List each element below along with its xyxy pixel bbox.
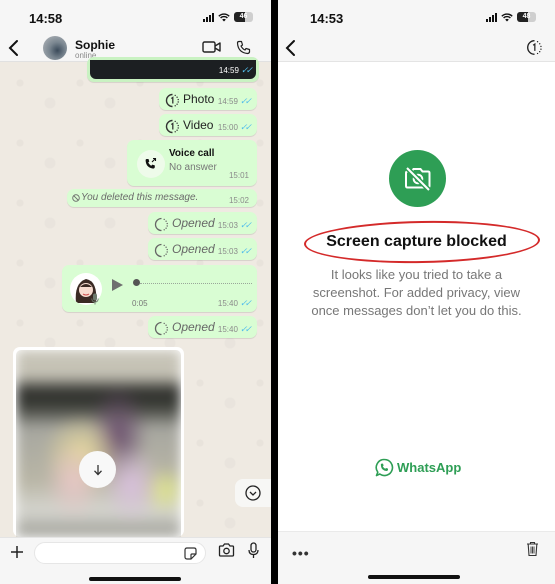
message-time: 15:40 — [217, 299, 238, 308]
contact-avatar[interactable] — [43, 36, 67, 60]
whatsapp-logo-icon — [375, 458, 394, 477]
message-time: 15:00 — [217, 123, 238, 132]
voice-note-duration: 0:05 — [132, 299, 148, 308]
scroll-to-bottom-button[interactable] — [235, 479, 271, 507]
read-ticks-icon: ✓✓ — [239, 246, 252, 256]
view-once-header — [278, 34, 555, 62]
panel-divider — [271, 0, 278, 584]
play-icon[interactable] — [112, 279, 123, 291]
view-once-opened-icon — [154, 243, 168, 258]
view-once-screen: 14:53 48 Screen capture blocked It looks… — [278, 0, 555, 584]
status-time: 14:53 — [310, 11, 344, 26]
chat-screen: 14:58 46 Sophie online 14:59 ✓✓ Photo 14:… — [0, 0, 271, 584]
chevron-down-circle-icon — [245, 485, 261, 501]
camera-off-icon — [404, 165, 431, 192]
view-once-icon[interactable] — [526, 39, 543, 56]
read-ticks-icon: ✓✓ — [239, 122, 252, 132]
view-once-icon — [165, 119, 179, 134]
cellular-signal-icon — [486, 12, 497, 22]
microphone-icon — [91, 293, 99, 305]
blurred-image-preview — [16, 350, 181, 537]
battery-icon: 46 — [234, 12, 253, 22]
more-options-button[interactable]: ••• — [292, 545, 310, 561]
view-once-video-message[interactable]: Video 15:00 ✓✓ — [159, 114, 257, 136]
battery-icon: 48 — [517, 12, 536, 22]
trash-icon[interactable] — [526, 541, 539, 557]
image-message[interactable]: 14:59 ✓✓ — [87, 57, 259, 82]
view-once-label: Video — [183, 118, 214, 132]
call-title: Voice call — [169, 148, 215, 159]
message-time: 15:40 — [217, 325, 238, 334]
whatsapp-brand: WhatsApp — [375, 458, 461, 477]
view-once-opened-message[interactable]: Opened 15:40 ✓✓ — [148, 316, 257, 338]
back-chevron-icon[interactable] — [7, 38, 21, 58]
view-once-label: Opened — [172, 320, 215, 334]
status-bar: 14:58 46 — [0, 0, 271, 34]
read-ticks-icon: ✓✓ — [239, 96, 252, 106]
view-once-label: Photo — [183, 92, 215, 106]
message-input[interactable] — [34, 542, 206, 564]
call-status: No answer — [169, 162, 217, 173]
annotation-ellipse — [303, 218, 541, 266]
home-indicator[interactable] — [89, 577, 181, 581]
back-chevron-icon[interactable] — [284, 38, 298, 58]
blocked-icon — [72, 194, 80, 202]
message-time: 15:03 — [217, 247, 238, 256]
voice-note-message[interactable]: 0:05 15:40 ✓✓ — [62, 265, 257, 312]
read-ticks-icon: ✓✓ — [240, 65, 253, 75]
view-once-opened-icon — [154, 217, 168, 232]
video-call-icon[interactable] — [202, 40, 221, 54]
message-time: 15:02 — [228, 196, 249, 205]
view-once-photo-message[interactable]: Photo 14:59 ✓✓ — [159, 88, 257, 110]
deleted-text: You deleted this message. — [81, 192, 199, 203]
home-indicator[interactable] — [368, 575, 460, 579]
sticker-icon[interactable] — [184, 547, 197, 560]
plus-icon[interactable] — [10, 545, 24, 559]
read-ticks-icon: ✓✓ — [239, 324, 252, 334]
status-time: 14:58 — [29, 11, 63, 26]
screen-capture-blocked-badge — [389, 150, 446, 207]
message-time: 15:03 — [217, 221, 238, 230]
waveform[interactable] — [140, 283, 252, 284]
wifi-icon — [218, 12, 230, 21]
message-list[interactable]: 14:59 ✓✓ Photo 14:59 ✓✓ Video 15:00 ✓✓ Voic… — [0, 57, 271, 537]
brand-name: WhatsApp — [397, 460, 462, 475]
download-arrow-icon — [93, 464, 102, 475]
message-time: 14:59 — [218, 66, 239, 75]
playback-scrubber[interactable] — [133, 279, 140, 286]
message-time: 15:01 — [228, 171, 249, 180]
blocked-description: It looks like you tried to take a screen… — [311, 267, 522, 318]
microphone-icon[interactable] — [248, 542, 259, 559]
image-download-message[interactable] — [13, 347, 184, 537]
read-ticks-icon: ✓✓ — [239, 298, 252, 308]
read-ticks-icon: ✓✓ — [239, 220, 252, 230]
download-button[interactable] — [79, 451, 116, 488]
view-once-opened-icon — [154, 321, 168, 336]
cellular-signal-icon — [203, 12, 214, 22]
view-once-label: Opened — [172, 216, 215, 230]
view-once-opened-message[interactable]: Opened 15:03 ✓✓ — [148, 238, 257, 260]
voice-call-message[interactable]: Voice call No answer 15:01 — [127, 140, 257, 186]
contact-name[interactable]: Sophie — [75, 38, 115, 52]
outgoing-call-icon — [145, 157, 157, 169]
view-once-footer: ••• — [278, 531, 555, 584]
view-once-icon — [165, 93, 179, 108]
message-time: 14:59 — [217, 97, 238, 106]
status-bar: 14:53 48 — [278, 0, 555, 34]
phone-icon[interactable] — [236, 40, 251, 55]
view-once-label: Opened — [172, 242, 215, 256]
view-once-opened-message[interactable]: Opened 15:03 ✓✓ — [148, 212, 257, 234]
wifi-icon — [501, 12, 513, 21]
deleted-message[interactable]: You deleted this message. 15:02 — [67, 189, 257, 207]
camera-icon[interactable] — [218, 543, 235, 557]
compose-bar — [0, 537, 271, 584]
